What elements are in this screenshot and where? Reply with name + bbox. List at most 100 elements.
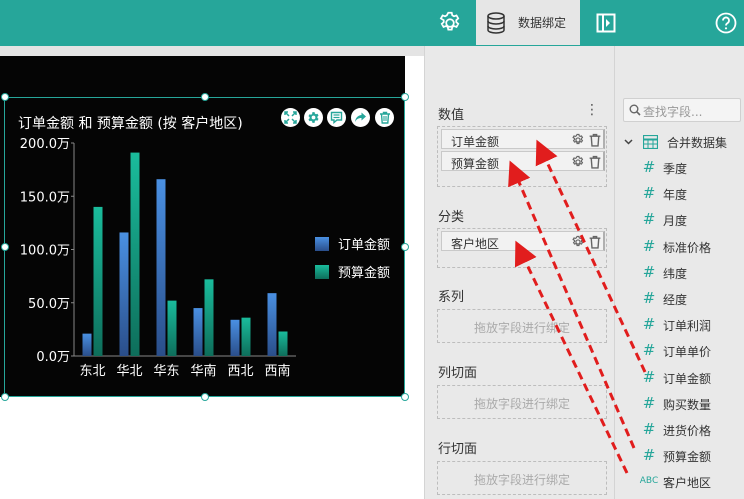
values-section-title: 数值 [438, 108, 465, 123]
field-item[interactable]: # 购买数量 [639, 394, 743, 414]
field-delete-icon[interactable] [588, 235, 602, 249]
x-tick-label: 东北 [79, 364, 105, 379]
drop-hint: 拖放字段进行绑定 [473, 321, 570, 335]
series-section-title: 系列 [438, 290, 465, 305]
drop-hint: 拖放字段进行绑定 [473, 473, 570, 487]
numeric-type-icon: # [642, 393, 656, 412]
field-label: 进货价格 [663, 424, 712, 438]
bound-field-order-amount[interactable]: 订单金额 [441, 129, 605, 149]
column-facet-drop-zone[interactable]: 拖放字段进行绑定 [437, 385, 607, 419]
bound-field-budget-amount[interactable]: 预算金额 [441, 151, 605, 171]
field-item[interactable]: # 订单利润 [639, 315, 743, 335]
data-binding-tab-label: 数据绑定 [518, 16, 567, 30]
bound-field-label: 客户地区 [451, 237, 500, 251]
numeric-type-icon: # [642, 158, 656, 176]
category-drop-zone[interactable]: 客户地区 [437, 228, 607, 268]
x-tick-label: 华南 [190, 363, 216, 379]
field-label: 订单单价 [663, 345, 712, 360]
fields-panel: 查找字段... 合并数据集 # 季度 # 年度 # 月度 # 标准价格 # 纬度 # 经度 # 订单利润 #… [614, 46, 744, 499]
help-icon [715, 12, 737, 34]
field-settings-icon[interactable] [571, 133, 585, 147]
category-section-title: 分类 [438, 210, 465, 225]
field-label: 年度 [663, 188, 688, 203]
row-facet-drop-zone[interactable]: 拖放字段进行绑定 [437, 461, 607, 495]
legend-label: 预算金额 [338, 265, 390, 281]
y-tick-label: 200.0万 [20, 137, 70, 152]
bar-1-0 [93, 206, 103, 356]
settings-tab[interactable] [428, 0, 472, 46]
bar-1-4 [241, 317, 251, 356]
legend-swatch [315, 237, 329, 251]
field-label: 客户地区 [663, 476, 712, 491]
field-settings-icon[interactable] [571, 235, 585, 249]
field-label: 订单金额 [663, 371, 712, 386]
help-button[interactable] [708, 0, 744, 46]
data-binding-tab[interactable]: 数据绑定 [476, 0, 580, 47]
field-item[interactable]: # 月度 [639, 210, 743, 230]
legend-swatch [315, 265, 329, 279]
numeric-type-icon: # [642, 315, 656, 334]
y-tick-label: 150.0万 [20, 190, 70, 205]
numeric-type-icon: # [642, 236, 656, 255]
bar-0-5 [267, 293, 277, 356]
bar-0-0 [82, 333, 92, 356]
y-tick-label: 50.0万 [28, 297, 70, 312]
bound-field-label: 预算金额 [451, 157, 500, 171]
text-type-icon: ABC [639, 476, 659, 487]
field-item[interactable]: # 订单金额 [639, 368, 743, 388]
bound-field-customer-region[interactable]: 客户地区 [441, 231, 605, 251]
numeric-type-icon: # [642, 184, 656, 203]
field-label: 预算金额 [663, 450, 712, 465]
field-item[interactable]: ABC 客户地区 [639, 472, 743, 492]
bound-field-label: 订单金额 [451, 135, 500, 149]
more-options-icon[interactable]: ⋮ [585, 102, 599, 118]
panel-toggle-button[interactable] [584, 0, 628, 46]
field-label: 购买数量 [663, 397, 712, 412]
panel-toggle-icon [596, 13, 616, 33]
database-icon [487, 11, 505, 34]
field-item[interactable]: # 预算金额 [639, 446, 743, 466]
numeric-type-icon: # [642, 367, 656, 386]
field-settings-icon[interactable] [571, 155, 585, 169]
x-tick-label: 西南 [264, 363, 290, 379]
row-facet-section-title: 行切面 [438, 442, 478, 457]
y-tick-label: 0.0万 [36, 350, 70, 365]
field-delete-icon[interactable] [588, 155, 602, 169]
dataset-node[interactable]: 合并数据集 [615, 132, 744, 152]
gear-icon [439, 11, 460, 31]
bar-1-2 [167, 300, 177, 356]
field-item[interactable]: # 经度 [639, 289, 743, 309]
x-tick-label: 华东 [153, 364, 179, 379]
search-placeholder: 查找字段... [643, 105, 703, 119]
right-panel: 数值 ⋮ 订单金额 预算金额 分类 客户地区 系列 拖放字段进行绑定 列切面 拖… [424, 46, 744, 499]
field-label: 月度 [663, 214, 688, 229]
field-item[interactable]: # 年度 [639, 184, 743, 204]
field-item[interactable]: # 订单单价 [639, 341, 743, 361]
legend-label: 订单金额 [338, 237, 390, 253]
field-item[interactable]: # 标准价格 [639, 237, 743, 257]
field-item[interactable]: # 纬度 [639, 263, 743, 283]
drop-hint: 拖放字段进行绑定 [473, 397, 570, 411]
values-drop-zone[interactable]: 订单金额 预算金额 [437, 126, 607, 187]
field-delete-icon[interactable] [588, 133, 602, 147]
numeric-type-icon: # [642, 262, 656, 281]
numeric-type-icon: # [642, 420, 656, 438]
field-label: 经度 [663, 293, 688, 307]
numeric-type-icon: # [642, 210, 656, 229]
field-item[interactable]: # 进货价格 [639, 420, 743, 440]
numeric-type-icon: # [642, 289, 656, 307]
dataset-label: 合并数据集 [667, 136, 728, 150]
numeric-type-icon: # [642, 446, 656, 465]
field-search-input[interactable]: 查找字段... [623, 98, 741, 122]
bar-0-4 [230, 319, 240, 356]
field-item[interactable]: # 季度 [639, 158, 743, 178]
field-label: 标准价格 [663, 240, 712, 255]
x-tick-label: 华北 [116, 364, 142, 379]
chevron-down-icon[interactable] [624, 138, 633, 146]
field-label: 季度 [663, 162, 688, 176]
series-drop-zone[interactable]: 拖放字段进行绑定 [437, 309, 607, 343]
bar-0-1 [119, 232, 129, 356]
x-tick-label: 西北 [227, 364, 253, 379]
bar-chart: 200.0万150.0万100.0万50.0万0.0万东北 华北 华东 华南 西北 西南 … [20, 137, 390, 379]
binding-panel: 数值 ⋮ 订单金额 预算金额 分类 客户地区 系列 拖放字段进行绑定 列切面 拖… [424, 46, 614, 499]
